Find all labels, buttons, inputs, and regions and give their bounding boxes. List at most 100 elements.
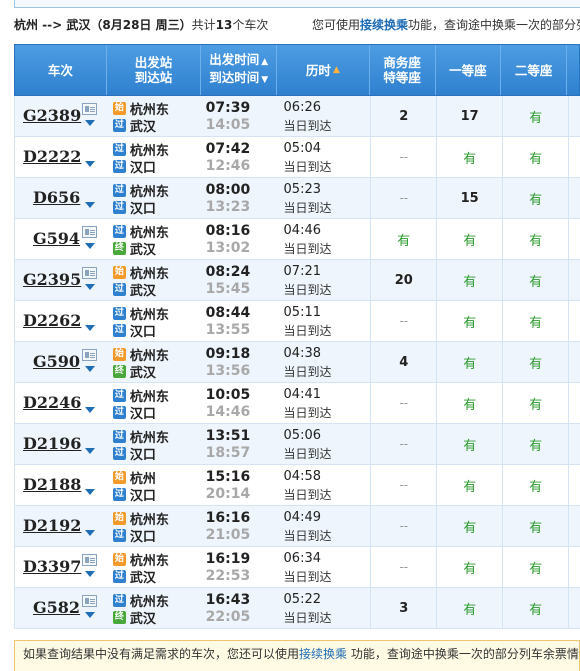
duration-cell: 06:26 当日到达: [278, 96, 371, 136]
notice-transfer-link[interactable]: 接续换乘: [299, 647, 347, 661]
train-cell: D2262: [15, 301, 107, 341]
duration-value: 05:06: [283, 428, 321, 443]
seat-biz-value: --: [399, 478, 409, 492]
train-number-link[interactable]: D2196: [23, 434, 81, 453]
departure-time: 15:16: [205, 469, 251, 485]
duration-value: 04:46: [283, 223, 321, 238]
train-number-link[interactable]: D2188: [23, 475, 81, 494]
train-cell: G582: [15, 588, 107, 628]
arrival-time: 18:57: [205, 445, 251, 461]
overflow-cell: [568, 383, 580, 423]
col-overflow: [567, 45, 579, 95]
chevron-down-icon[interactable]: [85, 161, 95, 167]
departure-station: 始杭州东: [112, 346, 169, 364]
col-time[interactable]: 出发时间 ▲ 到达时间 ▼: [201, 45, 278, 95]
arrival-station: 过汉口: [112, 322, 156, 340]
chevron-down-icon[interactable]: [85, 284, 95, 290]
duration-value: 05:11: [283, 305, 321, 320]
col-time-dep-label: 出发时间: [209, 52, 260, 67]
time-cell: 07:42 12:46: [202, 137, 278, 177]
arrival-station-name: 汉口: [129, 488, 156, 504]
station-tag-icon: 过: [112, 323, 126, 337]
business-seat-cell: 有: [370, 219, 436, 259]
arrival-station: 过汉口: [112, 486, 156, 504]
business-seat-cell: --: [370, 424, 436, 464]
top-panel-edge: [14, 0, 580, 8]
hint-suffix: 功能，查询途中换乘一次的部分列: [408, 18, 580, 32]
overflow-cell: [568, 547, 580, 587]
chevron-down-icon[interactable]: [85, 489, 95, 495]
table-row: D2196 过杭州东 过汉口 13:51 18:57 05:06 当日到达 --…: [14, 424, 580, 465]
chevron-down-icon[interactable]: [85, 243, 95, 249]
first-class-cell: 有: [436, 137, 502, 177]
sort-dep-time[interactable]: 出发时间 ▲: [209, 52, 268, 70]
arrival-station-name: 武汉: [129, 365, 156, 381]
time-cell: 16:16 21:05: [202, 506, 278, 546]
time-cell: 10:05 14:46: [202, 383, 278, 423]
train-number-link[interactable]: G2389: [23, 106, 81, 125]
seat-first-value: 有: [463, 274, 477, 290]
seat-second-value: 有: [529, 110, 543, 126]
train-number-link[interactable]: G594: [33, 229, 80, 248]
first-class-cell: 有: [436, 383, 502, 423]
station-tag-icon: 终: [112, 364, 126, 378]
duration-cell: 05:04 当日到达: [278, 137, 371, 177]
table-row: G594 过杭州东 终武汉 08:16 13:02 04:46 当日到达 有 有…: [14, 219, 580, 260]
sort-arr-time[interactable]: 到达时间 ▼: [209, 70, 268, 88]
train-number-link[interactable]: D2262: [23, 311, 81, 330]
arrival-station: 过武汉: [112, 568, 156, 586]
chevron-down-icon[interactable]: [85, 120, 95, 126]
chevron-down-icon[interactable]: [85, 202, 95, 208]
route-text: 杭州 --> 武汉: [14, 18, 91, 32]
time-cell: 13:51 18:57: [202, 424, 278, 464]
departure-time: 07:39: [205, 100, 251, 116]
id-card-icon[interactable]: [82, 595, 97, 607]
business-seat-cell: --: [370, 547, 436, 587]
id-card-icon[interactable]: [82, 103, 97, 115]
seat-biz-value: --: [399, 519, 409, 533]
chevron-down-icon[interactable]: [85, 612, 95, 618]
second-class-cell: 有: [502, 219, 568, 259]
train-number-link[interactable]: D2192: [23, 516, 81, 535]
train-number-link[interactable]: D2222: [23, 147, 81, 166]
station-tag-icon: 过: [112, 282, 126, 296]
chevron-down-icon[interactable]: [85, 407, 95, 413]
arrival-note: 当日到达: [283, 570, 332, 584]
station-tag-icon: 始: [112, 511, 126, 525]
id-card-icon[interactable]: [82, 554, 97, 566]
station-cell: 过杭州东 过汉口: [107, 178, 202, 218]
table-row: D3397 始杭州东 过武汉 16:19 22:53 06:34 当日到达 --…: [14, 547, 580, 588]
chevron-down-icon[interactable]: [85, 571, 95, 577]
second-class-cell: 有: [502, 96, 568, 136]
id-card-icon[interactable]: [82, 267, 97, 279]
chevron-down-icon[interactable]: [85, 530, 95, 536]
duration-value: 04:58: [283, 469, 321, 484]
chevron-down-icon[interactable]: [85, 366, 95, 372]
train-number-link[interactable]: D2246: [23, 393, 81, 412]
overflow-cell: [568, 178, 580, 218]
table-row: D656 过杭州东 过汉口 08:00 13:23 05:23 当日到达 -- …: [14, 178, 580, 219]
arrival-station-name: 汉口: [129, 406, 156, 422]
id-card-icon[interactable]: [82, 226, 97, 238]
train-number-link[interactable]: D656: [33, 188, 80, 207]
transfer-link[interactable]: 接续换乘: [360, 18, 408, 32]
departure-time: 08:44: [205, 305, 251, 321]
col-duration[interactable]: 历时 ▲: [277, 45, 370, 95]
train-cell: G2389: [15, 96, 107, 136]
seat-second-value: 有: [529, 356, 543, 372]
business-seat-cell: --: [370, 506, 436, 546]
overflow-cell: [568, 465, 580, 505]
departure-station: 过杭州东: [112, 141, 169, 159]
train-number-link[interactable]: G582: [33, 598, 80, 617]
table-row: D2222 过杭州东 过汉口 07:42 12:46 05:04 当日到达 --…: [14, 137, 580, 178]
train-number-link[interactable]: D3397: [23, 557, 81, 576]
sort-up-icon: ▲: [261, 57, 269, 67]
train-number-link[interactable]: G2395: [23, 270, 81, 289]
chevron-down-icon[interactable]: [85, 448, 95, 454]
train-number-link[interactable]: G590: [33, 352, 80, 371]
transfer-hint: 您可使用接续换乘功能，查询途中换乘一次的部分列: [312, 16, 580, 33]
chevron-down-icon[interactable]: [85, 325, 95, 331]
id-card-icon[interactable]: [82, 349, 97, 361]
duration-value: 04:38: [283, 346, 321, 361]
seat-biz-value: --: [399, 396, 409, 410]
